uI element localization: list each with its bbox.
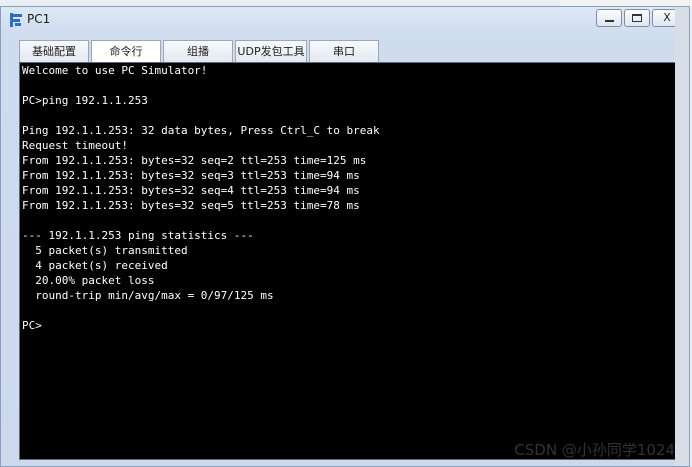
minimize-button[interactable] bbox=[596, 9, 622, 27]
maximize-icon bbox=[632, 14, 642, 22]
tab-serial-port[interactable]: 串口 bbox=[309, 40, 379, 62]
terminal-line: Request timeout! bbox=[22, 139, 128, 152]
terminal-line: round-trip min/avg/max = 0/97/125 ms bbox=[22, 289, 274, 302]
terminal-line: From 192.1.1.253: bytes=32 seq=3 ttl=253… bbox=[22, 169, 360, 182]
tab-multicast[interactable]: 组播 bbox=[163, 40, 233, 62]
terminal-line: 5 packet(s) transmitted bbox=[22, 244, 188, 257]
terminal-line: --- 192.1.1.253 ping statistics --- bbox=[22, 229, 254, 242]
pc-app-icon bbox=[9, 12, 25, 28]
title-bar[interactable]: PC1 X bbox=[1, 7, 689, 33]
terminal-line: From 192.1.1.253: bytes=32 seq=2 ttl=253… bbox=[22, 154, 367, 167]
terminal-line: 4 packet(s) received bbox=[22, 259, 168, 272]
terminal-console[interactable]: Welcome to use PC Simulator! PC>ping 192… bbox=[19, 62, 677, 460]
tab-udp-tool[interactable]: UDP发包工具 bbox=[235, 40, 307, 62]
pc-simulator-window: PC1 X 基础配置 命令行 组播 UDP发包工具 串口 Welcome to … bbox=[0, 6, 690, 467]
watermark: CSDN @小孙同学1024 bbox=[514, 441, 675, 459]
tab-command-line[interactable]: 命令行 bbox=[91, 40, 161, 63]
tab-basic-config[interactable]: 基础配置 bbox=[19, 40, 89, 62]
minimize-icon bbox=[605, 20, 614, 22]
terminal-line: Welcome to use PC Simulator! bbox=[22, 64, 208, 77]
window-scrollbar[interactable] bbox=[675, 7, 689, 466]
terminal-line: From 192.1.1.253: bytes=32 seq=4 ttl=253… bbox=[22, 184, 360, 197]
window-title: PC1 bbox=[27, 12, 51, 26]
terminal-line: Ping 192.1.1.253: 32 data bytes, Press C… bbox=[22, 124, 380, 137]
window-controls: X bbox=[596, 9, 682, 27]
terminal-prompt[interactable]: PC> bbox=[20, 318, 676, 333]
terminal-line: PC>ping 192.1.1.253 bbox=[22, 94, 148, 107]
terminal-line: From 192.1.1.253: bytes=32 seq=5 ttl=253… bbox=[22, 199, 360, 212]
tab-bar: 基础配置 命令行 组播 UDP发包工具 串口 bbox=[19, 40, 379, 63]
terminal-line: 20.00% packet loss bbox=[22, 274, 155, 287]
maximize-button[interactable] bbox=[624, 9, 650, 27]
